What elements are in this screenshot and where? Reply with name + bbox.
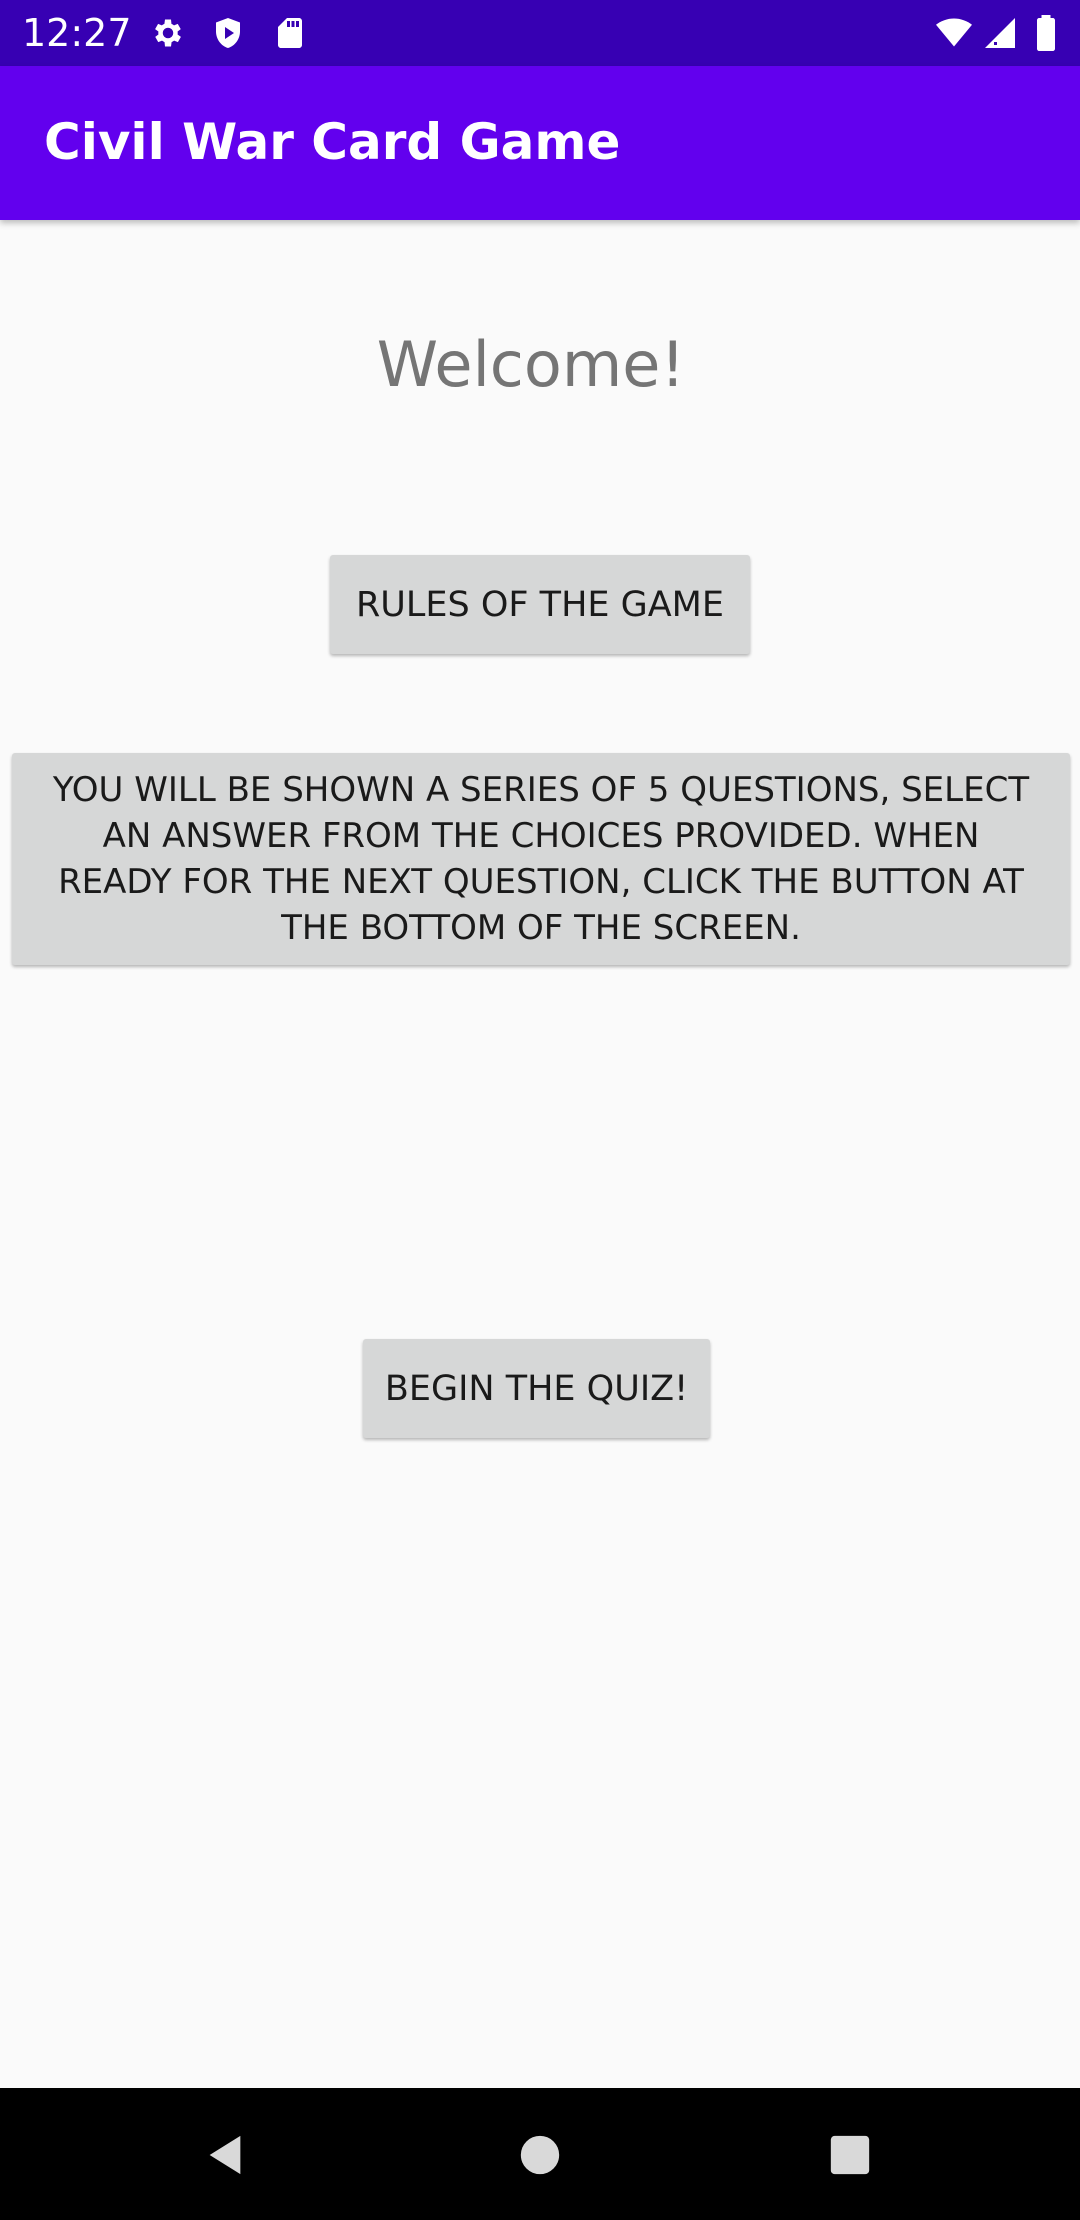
app-bar: Civil War Card Game [0,66,1080,220]
status-time: 12:27 [22,11,132,55]
recents-icon[interactable] [827,2132,873,2178]
signal-icon [982,15,1018,51]
gear-icon [150,15,186,51]
shield-icon [210,15,246,51]
wifi-icon [934,15,974,51]
back-icon[interactable] [202,2132,248,2178]
begin-quiz-button[interactable]: BEGIN THE QUIZ! [363,1339,710,1438]
status-bar: 12:27 [0,0,1080,66]
rules-description-button[interactable]: YOU WILL BE SHOWN A SERIES OF 5 QUESTION… [12,753,1070,965]
battery-icon [1032,15,1060,51]
rules-of-the-game-button[interactable]: RULES OF THE GAME [330,555,750,654]
sd-card-icon [272,15,308,51]
navigation-bar [0,2088,1080,2220]
home-icon[interactable] [517,2132,563,2178]
app-title: Civil War Card Game [44,113,621,171]
welcome-heading: Welcome! [376,328,686,401]
